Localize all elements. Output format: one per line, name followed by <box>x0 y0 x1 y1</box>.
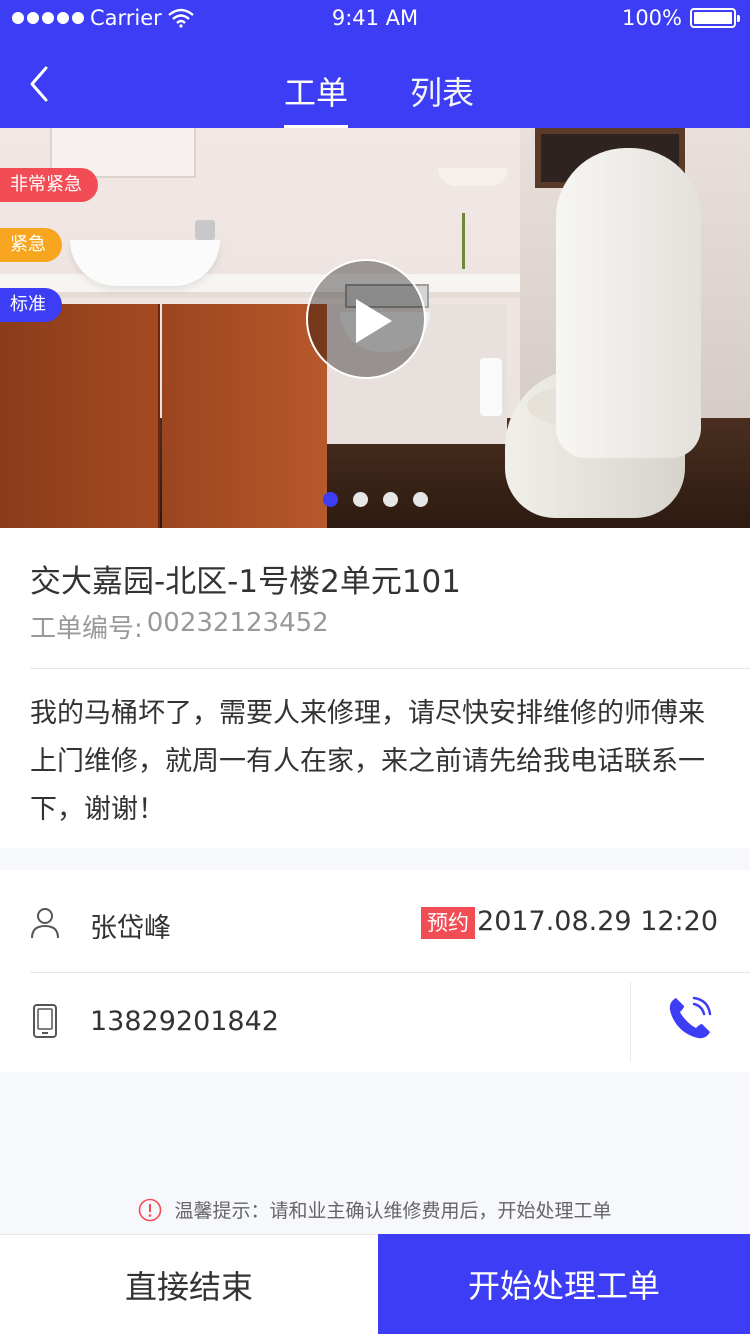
tip-text: 温馨提示：请和业主确认维修费用后，开始处理工单 <box>174 1200 612 1222</box>
order-number-row: 工单编号: 00232123452 <box>30 608 329 645</box>
tab-list[interactable]: 列表 <box>410 68 474 114</box>
pager-dot[interactable] <box>352 492 368 507</box>
order-number: 00232123452 <box>146 608 329 638</box>
nav-bar: 工单 列表 <box>0 40 750 128</box>
contact-card: 张岱峰 预约 2017.08.29 12:20 13829201842 <box>0 870 750 1072</box>
appointment-time: 2017.08.29 12:20 <box>477 906 718 937</box>
owner-phone: 13829201842 <box>90 1006 279 1037</box>
priority-tag-very-urgent: 非常紧急 <box>0 168 98 202</box>
status-bar: Carrier 9:41 AM 100% <box>0 0 750 40</box>
tip-row: 温馨提示：请和业主确认维修费用后，开始处理工单 <box>0 1196 750 1223</box>
appointment-badge: 预约 <box>421 907 475 939</box>
user-icon <box>31 908 59 939</box>
media-carousel[interactable]: 非常紧急 紧急 标准 <box>0 128 750 528</box>
order-number-label: 工单编号: <box>30 614 143 644</box>
start-processing-button[interactable]: 开始处理工单 <box>378 1234 750 1334</box>
order-address: 交大嘉园-北区-1号楼2单元101 <box>30 564 461 600</box>
end-directly-button[interactable]: 直接结束 <box>0 1234 378 1334</box>
battery-percent: 100% <box>621 6 682 30</box>
battery-group: 100% <box>621 6 740 30</box>
divider <box>630 982 631 1062</box>
pager-dot[interactable] <box>382 492 398 507</box>
tab-work-order[interactable]: 工单 <box>284 68 349 128</box>
call-phone-icon[interactable] <box>664 994 714 1044</box>
carousel-pager <box>0 492 750 507</box>
battery-icon <box>690 8 740 28</box>
pager-dot[interactable] <box>412 492 428 507</box>
mobile-phone-icon <box>33 1004 57 1038</box>
back-arrow-icon[interactable] <box>24 62 60 106</box>
order-description: 我的马桶坏了，需要人来修理，请尽快安排维修的师傅来上门维修，就周一有人在家，来之… <box>30 698 705 825</box>
pager-dot[interactable] <box>322 492 338 507</box>
divider <box>30 972 750 973</box>
warning-icon <box>139 1198 162 1221</box>
owner-name: 张岱峰 <box>90 913 171 944</box>
priority-tag-standard: 标准 <box>0 288 62 322</box>
divider <box>30 668 750 669</box>
order-info-card: 交大嘉园-北区-1号楼2单元101 工单编号: 00232123452 我的马桶… <box>0 528 750 848</box>
action-bar: 直接结束 开始处理工单 <box>0 1234 750 1334</box>
priority-tag-urgent: 紧急 <box>0 228 62 262</box>
play-video-icon[interactable] <box>306 259 426 379</box>
app-header: Carrier 9:41 AM 100% 工单 列表 <box>0 0 750 128</box>
